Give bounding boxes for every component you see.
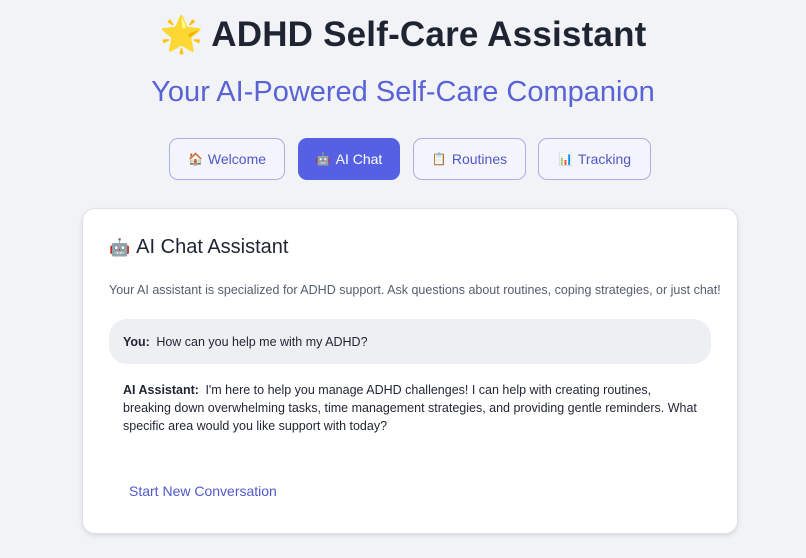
robot-icon: 🤖: [109, 238, 131, 258]
message-text: I'm here to help you manage ADHD challen…: [123, 383, 697, 433]
tab-label: Routines: [451, 151, 508, 167]
message-sender: AI Assistant:: [123, 383, 199, 397]
message-sender: You:: [123, 334, 150, 349]
tab-label: Welcome: [207, 151, 267, 167]
chat-card-title-text: AI Chat Assistant: [136, 236, 289, 258]
house-icon: 🏠: [187, 152, 203, 166]
message-text: How can you help me with my ADHD?: [156, 334, 368, 349]
robot-icon: 🤖: [315, 152, 331, 166]
start-new-conversation-button[interactable]: Start New Conversation: [129, 483, 277, 499]
tab-ai-chat[interactable]: 🤖 AI Chat: [298, 138, 400, 180]
app-title-text: ADHD Self-Care Assistant: [211, 15, 647, 54]
clipboard-icon: 📋: [431, 152, 447, 166]
tab-label: AI Chat: [335, 151, 383, 167]
app-title: 🌟 ADHD Self-Care Assistant: [0, 14, 806, 55]
user-message: You: How can you help me with my ADHD?: [109, 319, 711, 364]
tab-routines[interactable]: 📋 Routines: [413, 138, 526, 180]
app-subtitle: Your AI-Powered Self-Care Companion: [151, 76, 655, 108]
chat-card: 🤖 AI Chat Assistant Your AI assistant is …: [82, 208, 738, 534]
tab-tracking[interactable]: 📊 Tracking: [538, 138, 651, 180]
chat-card-title: 🤖 AI Chat Assistant: [109, 236, 288, 259]
tab-bar: 🏠 Welcome 🤖 AI Chat 📋 Routines 📊 Trackin…: [0, 138, 806, 182]
glowing-star-icon: 🌟: [159, 15, 204, 55]
assistant-message: AI Assistant: I'm here to help you manag…: [109, 381, 711, 435]
chat-description: Your AI assistant is specialized for ADH…: [109, 283, 721, 297]
tab-label: Tracking: [577, 151, 632, 167]
bar-chart-icon: 📊: [557, 152, 573, 166]
tab-welcome[interactable]: 🏠 Welcome: [169, 138, 285, 180]
